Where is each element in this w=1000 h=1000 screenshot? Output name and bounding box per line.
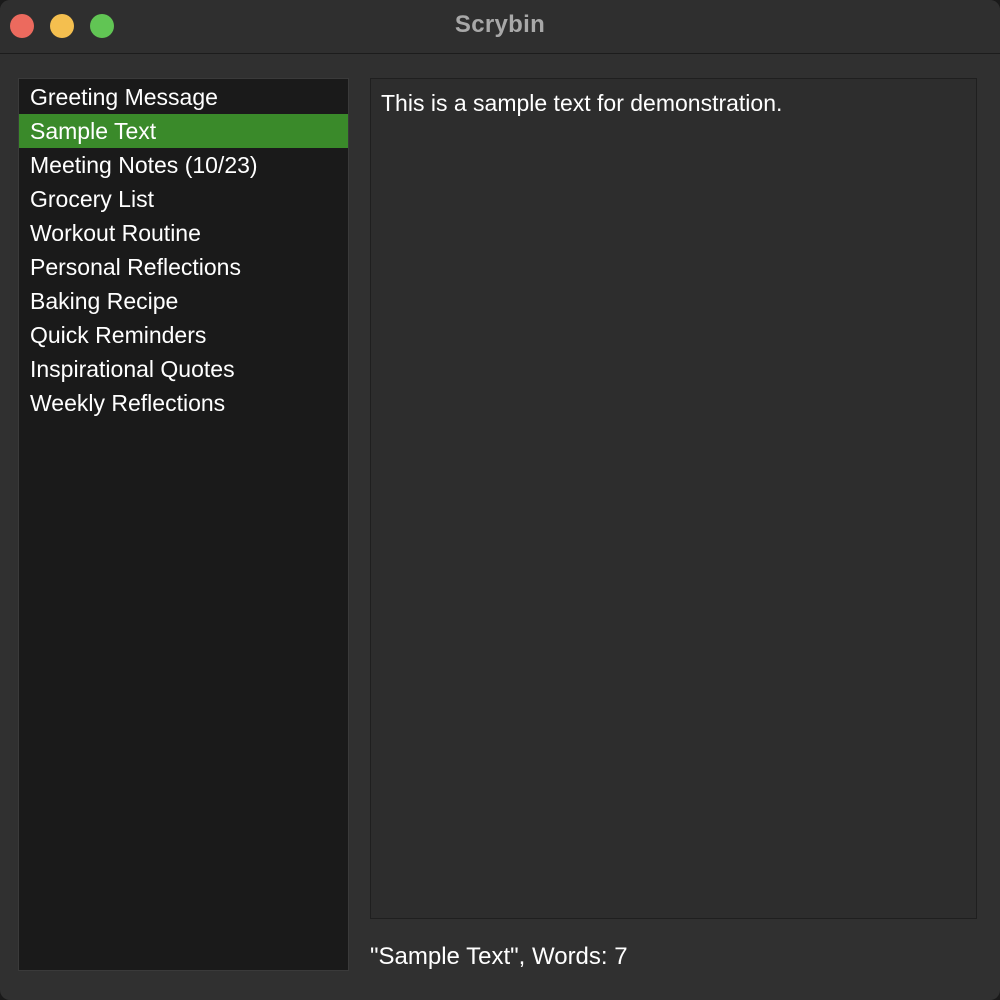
zoom-window-button[interactable] bbox=[90, 14, 114, 38]
list-item-grocery-list[interactable]: Grocery List bbox=[19, 182, 348, 216]
list-item-greeting-message[interactable]: Greeting Message bbox=[19, 80, 348, 114]
list-item-inspirational-quotes[interactable]: Inspirational Quotes bbox=[19, 352, 348, 386]
minimize-window-button[interactable] bbox=[50, 14, 74, 38]
list-item-quick-reminders[interactable]: Quick Reminders bbox=[19, 318, 348, 352]
list-item-workout-routine[interactable]: Workout Routine bbox=[19, 216, 348, 250]
app-window: Scrybin Greeting Message Sample Text Mee… bbox=[0, 0, 1000, 1000]
notes-list[interactable]: Greeting Message Sample Text Meeting Not… bbox=[18, 78, 349, 971]
title-bar[interactable]: Scrybin bbox=[0, 0, 1000, 54]
list-item-sample-text[interactable]: Sample Text bbox=[19, 114, 348, 148]
status-word-count: "Sample Text", Words: 7 bbox=[370, 943, 628, 970]
list-item-weekly-reflections[interactable]: Weekly Reflections bbox=[19, 386, 348, 420]
list-item-personal-reflections[interactable]: Personal Reflections bbox=[19, 250, 348, 284]
close-window-button[interactable] bbox=[10, 14, 34, 38]
list-item-baking-recipe[interactable]: Baking Recipe bbox=[19, 284, 348, 318]
list-item-meeting-notes[interactable]: Meeting Notes (10/23) bbox=[19, 148, 348, 182]
window-title: Scrybin bbox=[454, 11, 546, 38]
note-content[interactable]: This is a sample text for demonstration. bbox=[381, 90, 782, 116]
note-editor[interactable]: This is a sample text for demonstration. bbox=[370, 78, 977, 919]
